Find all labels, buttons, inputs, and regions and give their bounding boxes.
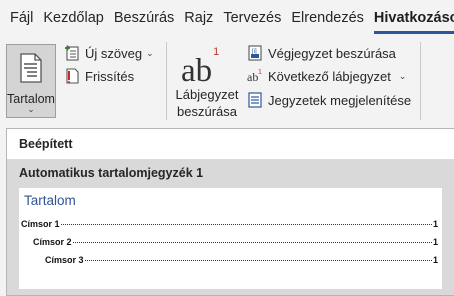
- dot-leader: [84, 260, 432, 261]
- update-table-button[interactable]: Frissítés: [64, 68, 134, 84]
- chevron-down-icon: ⌄: [27, 104, 35, 114]
- chevron-down-icon: ⌄: [398, 70, 407, 81]
- group-divider: [166, 42, 167, 120]
- section-header-builtin: Beépített: [7, 129, 454, 160]
- next-footnote-label: Következő lábjegyzet: [268, 68, 391, 84]
- chevron-down-icon: ⌄: [146, 47, 154, 58]
- footnote-superscript: 1: [213, 46, 220, 58]
- insert-footnote-label-line2: beszúrása: [177, 104, 237, 119]
- dot-leader: [72, 242, 432, 243]
- toc-entry-level-3: Címsor 3 1: [45, 255, 438, 265]
- svg-text:ab: ab: [247, 70, 258, 84]
- document-toc-icon: [20, 53, 42, 83]
- footnote-ab-text: ab: [181, 53, 213, 89]
- insert-endnote-icon: [i]: [248, 45, 262, 61]
- tab-home[interactable]: Kezdőlap: [38, 0, 108, 36]
- ribbon-tab-bar: Fájl Kezdőlap Beszúrás Rajz Tervezés Elr…: [0, 0, 454, 36]
- tab-layout[interactable]: Elrendezés: [286, 0, 369, 36]
- update-table-icon: [66, 68, 79, 84]
- toc-entry-level-2: Címsor 2 1: [33, 237, 438, 247]
- show-notes-label: Jegyzetek megjelenítése: [268, 92, 412, 108]
- show-notes-icon: [248, 92, 262, 108]
- footnote-ab-icon: ab1: [181, 46, 229, 89]
- tab-file[interactable]: Fájl: [0, 0, 38, 36]
- update-table-label: Frissítés: [85, 68, 135, 84]
- ribbon-panel: Tartalom ⌄ Új szöveg ⌄ Frissítés ab1 Láb…: [0, 36, 454, 126]
- tab-references[interactable]: Hivatkozások: [369, 0, 454, 36]
- toc-entry-level-1: Címsor 1 1: [21, 219, 438, 229]
- dot-leader: [60, 224, 432, 225]
- toc-entry-page: 1: [432, 255, 438, 265]
- gallery-item-title: Automatikus tartalomjegyzék 1: [19, 166, 204, 180]
- show-notes-button[interactable]: Jegyzetek megjelenítése: [247, 92, 411, 108]
- table-of-contents-button[interactable]: Tartalom ⌄: [6, 44, 56, 118]
- toc-entry-text: Címsor 2: [33, 237, 72, 247]
- toc-preview: Tartalom Címsor 1 1 Címsor 2 1 Címsor 3 …: [19, 188, 442, 289]
- add-text-icon: [65, 45, 79, 61]
- preview-heading: Tartalom: [24, 193, 76, 208]
- toc-entry-page: 1: [432, 219, 438, 229]
- tab-design[interactable]: Tervezés: [218, 0, 286, 36]
- insert-footnote-label-line1: Lábjegyzet: [175, 87, 239, 102]
- toc-dropdown-panel: Beépített Automatikus tartalomjegyzék 1 …: [6, 128, 454, 296]
- next-footnote-icon: ab 1: [247, 69, 262, 84]
- toc-entry-text: Címsor 1: [21, 219, 60, 229]
- add-text-button[interactable]: Új szöveg ⌄: [64, 45, 154, 61]
- tab-draw[interactable]: Rajz: [179, 0, 218, 36]
- toc-entry-text: Címsor 3: [45, 255, 84, 265]
- tab-insert[interactable]: Beszúrás: [109, 0, 179, 36]
- insert-endnote-button[interactable]: [i] Végjegyzet beszúrása: [247, 45, 396, 61]
- toc-gallery-item[interactable]: Automatikus tartalomjegyzék 1 Tartalom C…: [7, 160, 454, 295]
- insert-endnote-label: Végjegyzet beszúrása: [268, 45, 396, 61]
- toc-entry-page: 1: [432, 237, 438, 247]
- group-divider: [420, 42, 421, 120]
- svg-text:1: 1: [258, 69, 262, 76]
- svg-text:[i]: [i]: [252, 49, 257, 55]
- add-text-label: Új szöveg: [85, 45, 143, 61]
- next-footnote-button[interactable]: ab 1 Következő lábjegyzet ⌄: [247, 68, 407, 85]
- insert-footnote-label: Lábjegyzet beszúrása: [172, 86, 242, 120]
